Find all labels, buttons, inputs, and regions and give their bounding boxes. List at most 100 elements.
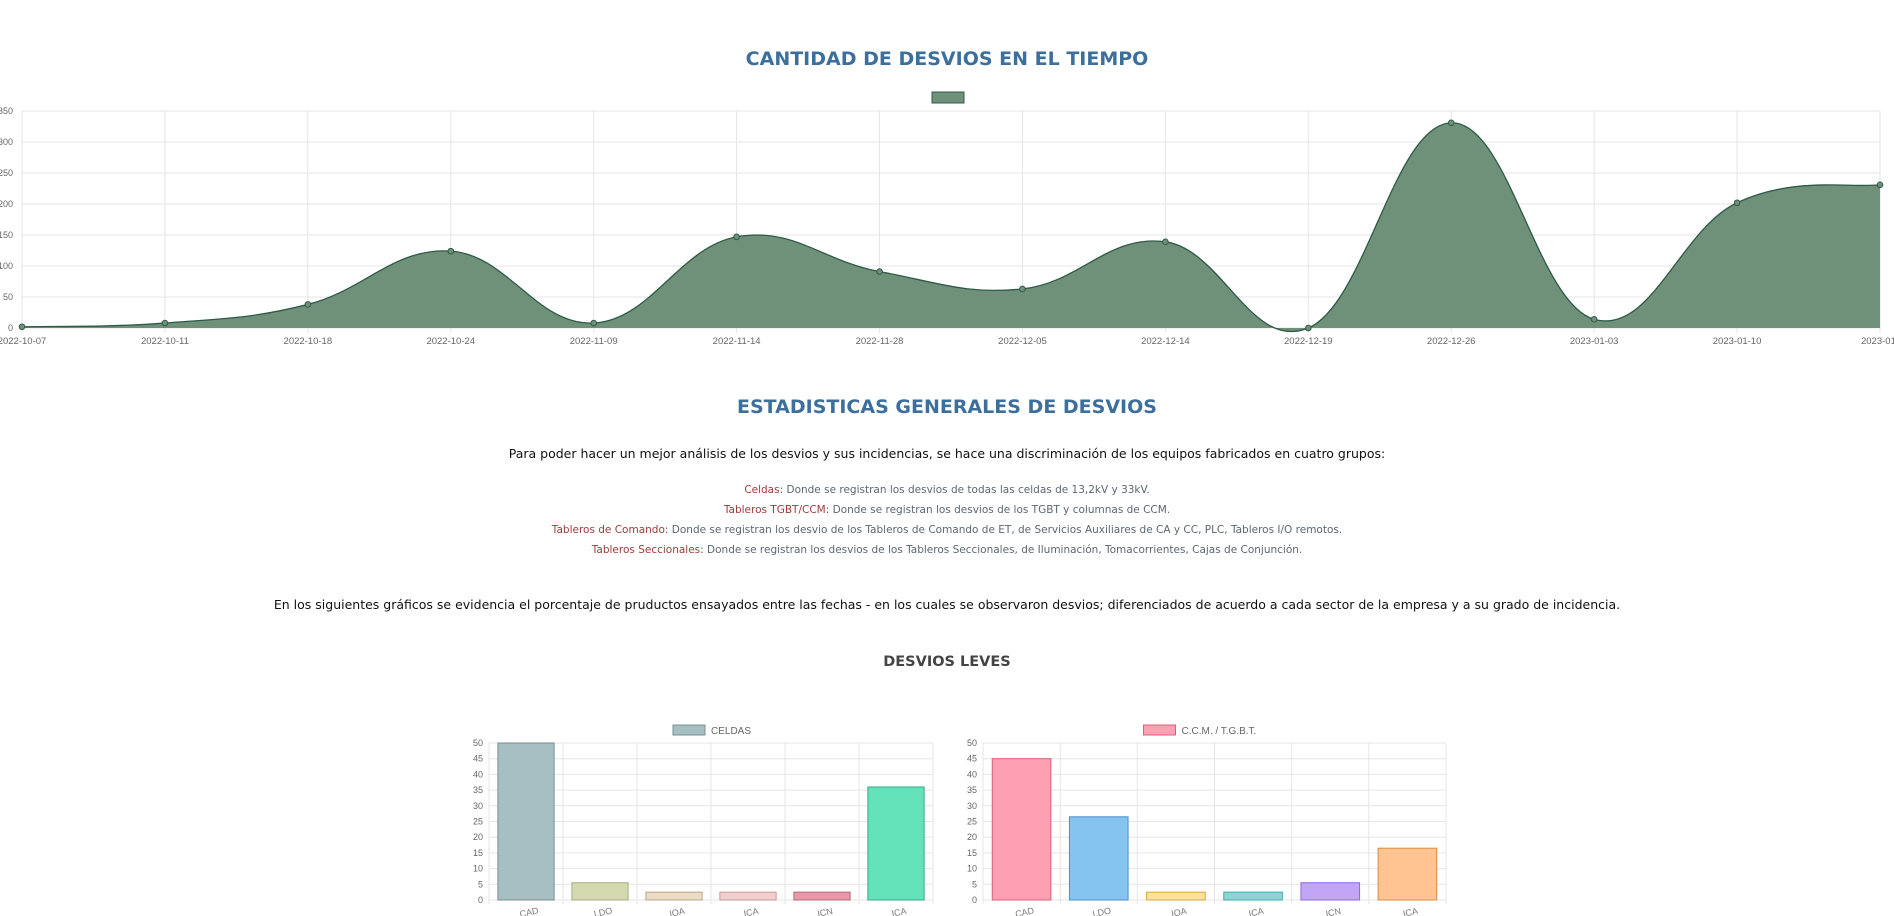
x-tick-label: ...ICA: [883, 906, 907, 916]
x-tick-label: 2022-10-18: [284, 336, 333, 347]
legend-swatch: [672, 724, 706, 736]
x-tick-label: 2022-12-05: [998, 336, 1047, 347]
data-point: [876, 268, 883, 275]
data-point: [1876, 181, 1884, 189]
data-point: [1590, 316, 1598, 323]
y-tick-label: 50: [3, 292, 13, 302]
y-tick-label: 0: [972, 895, 977, 905]
y-tick-label: 20: [967, 832, 977, 842]
time-area-chart: 0 50 100 150 200 250 300 350 2022-10-07 2022-10-1…: [0, 91, 1894, 347]
x-tick-label: 2022-12-26: [1427, 336, 1476, 347]
y-tick-label: 20: [473, 832, 483, 842]
y-tick-label: 0: [8, 323, 13, 333]
leves-title: DESVIOS LEVES: [883, 654, 1011, 670]
data-point: [1447, 119, 1455, 127]
y-tick-label: 25: [473, 817, 483, 827]
y-tick-label: 300: [0, 137, 13, 147]
x-tick-label: ...ICA: [1240, 906, 1264, 916]
series-area: [22, 122, 1880, 332]
data-point: [1162, 238, 1169, 246]
y-tick-label: 15: [967, 848, 977, 858]
data-point: [1733, 199, 1741, 207]
legend-label: CELDAS: [711, 726, 751, 737]
data-point: [1305, 324, 1312, 332]
y-tick-label: 100: [0, 261, 13, 271]
y-tick-label: 50: [473, 738, 483, 748]
group-name: Tableros Seccionales:: [591, 544, 704, 556]
x-tick-label: 2022-10-11: [141, 336, 189, 347]
ccm-tgbt-bar-chart: C.C.M. / T.G.B.T. 0 5 10 15 20 25 30 35 40 45 50...…: [967, 724, 1447, 916]
group-desc: Donde se registran los desvios de todas …: [783, 484, 1150, 496]
x-tick-label: ...IOA: [661, 906, 686, 916]
y-tick-label: 5: [972, 879, 977, 889]
bar: [1300, 882, 1361, 901]
data-point: [733, 233, 740, 241]
y-tick-label: 25: [967, 817, 977, 827]
y-tick-label: 30: [967, 801, 977, 811]
x-tick-label: ...IOA: [1163, 906, 1188, 916]
x-tick-label: 2022-11-09: [570, 336, 618, 347]
y-tick-label: 35: [967, 785, 977, 795]
y-tick-label: 350: [0, 106, 13, 116]
celdas-bar-chart: CELDAS 0 5 10 15 20 25 30 35 40 45 50 ...CAD ...LDO..…: [473, 724, 934, 916]
x-tick-label: ...ICA: [735, 906, 759, 916]
x-tick-label: ...ICA: [1395, 906, 1419, 916]
x-tick-label: 2023-01-03: [1570, 336, 1619, 347]
x-tick-label: 2023-01-: [1861, 336, 1894, 347]
x-tick-label: 2022-11-14: [713, 336, 761, 347]
intro-paragraph: Para poder hacer un mejor análisis de lo…: [508, 446, 1386, 461]
bar: [793, 891, 851, 901]
y-tick-label: 40: [967, 769, 977, 779]
y-tick-label: 0: [478, 895, 483, 905]
stats-title: ESTADISTICAS GENERALES DE DESVIOS: [737, 396, 1157, 418]
group-desc: Donde se registran los desvios de los TG…: [829, 504, 1171, 516]
x-tick-label: ...CAD: [1007, 905, 1035, 916]
data-point: [1019, 285, 1026, 293]
group-line-comando: Tableros de Comando: Donde se registran …: [0, 524, 1894, 536]
x-tick-label: ...CAD: [511, 905, 539, 916]
x-tick-label: ...LDO: [1084, 905, 1112, 916]
y-tick-label: 10: [473, 864, 483, 874]
data-point: [447, 247, 455, 255]
data-point: [304, 301, 312, 308]
group-line-celdas: Celdas: Donde se registran los desvios d…: [0, 484, 1894, 496]
bar: [497, 742, 555, 901]
x-tick-label: 2022-10-24: [426, 336, 475, 347]
x-tick-label: 2022-12-19: [1284, 336, 1333, 347]
bar: [1377, 847, 1438, 901]
x-tick-label: 2022-12-14: [1141, 336, 1190, 347]
y-tick-label: 45: [473, 754, 483, 764]
bar: [645, 891, 703, 901]
bar: [991, 758, 1052, 901]
bar: [1223, 891, 1283, 901]
group-line-tgbt: Tableros TGBT/CCM: Donde se registran lo…: [0, 504, 1894, 516]
y-tick-label: 200: [0, 199, 13, 209]
y-tick-label: 5: [478, 879, 483, 889]
x-tick-label: 2022-11-28: [856, 336, 904, 347]
bar: [719, 891, 777, 901]
bar: [867, 786, 925, 901]
y-tick-label: 250: [0, 168, 13, 178]
data-point: [161, 319, 169, 327]
data-point: [590, 319, 597, 327]
bar: [571, 882, 629, 901]
x-tick-label: 2022-10-07: [0, 336, 46, 347]
data-point: [18, 323, 26, 331]
y-tick-label: 35: [473, 785, 483, 795]
time-chart-title: CANTIDAD DE DESVIOS EN EL TIEMPO: [745, 48, 1149, 70]
group-name: Celdas:: [744, 484, 784, 496]
group-line-seccionales: Tableros Seccionales: Donde se registran…: [0, 544, 1894, 556]
y-tick-label: 30: [473, 801, 483, 811]
x-tick-label: ...ICN: [1317, 906, 1342, 916]
group-desc: Donde se registran los desvio de los Tab…: [668, 524, 1343, 536]
y-tick-label: 150: [0, 230, 13, 240]
legend-swatch: [931, 91, 965, 104]
x-tick-label: ...LDO: [586, 905, 614, 916]
evidence-paragraph: En los siguientes gráficos se evidencia …: [273, 597, 1621, 612]
y-tick-label: 50: [967, 738, 977, 748]
legend-swatch: [1143, 724, 1176, 736]
y-tick-label: 10: [967, 864, 977, 874]
x-tick-label: ...ICN: [809, 906, 834, 916]
x-tick-label: 2023-01-10: [1713, 336, 1762, 347]
y-tick-label: 15: [473, 848, 483, 858]
